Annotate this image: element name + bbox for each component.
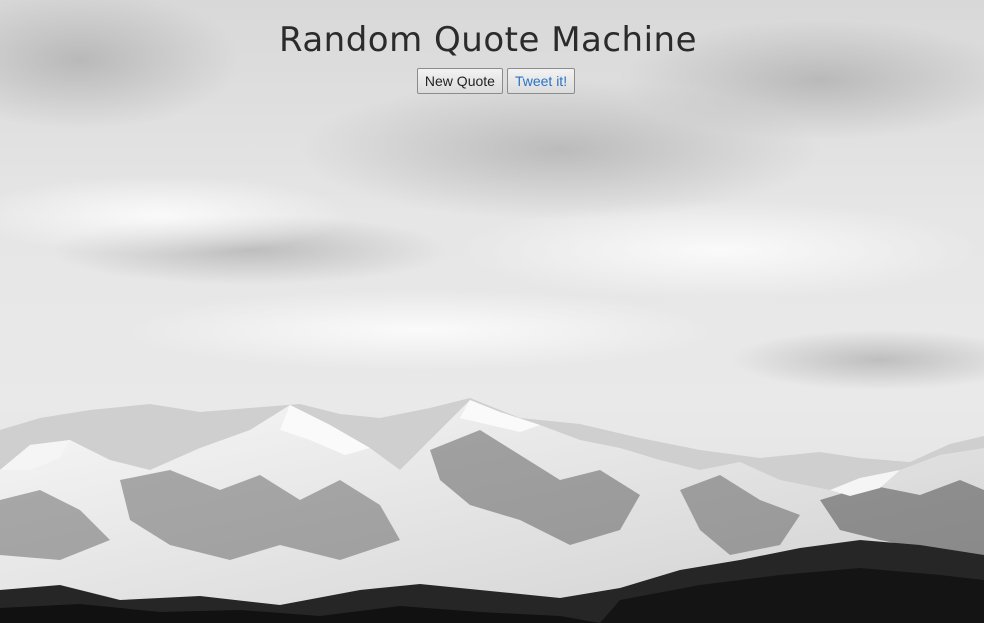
main-content: Random Quote Machine New Quote Tweet it! xyxy=(0,0,984,94)
tweet-button[interactable]: Tweet it! xyxy=(506,68,576,94)
action-buttons: New Quote Tweet it! xyxy=(4,68,984,94)
page-title: Random Quote Machine xyxy=(278,20,698,60)
new-quote-button[interactable]: New Quote xyxy=(416,68,503,94)
